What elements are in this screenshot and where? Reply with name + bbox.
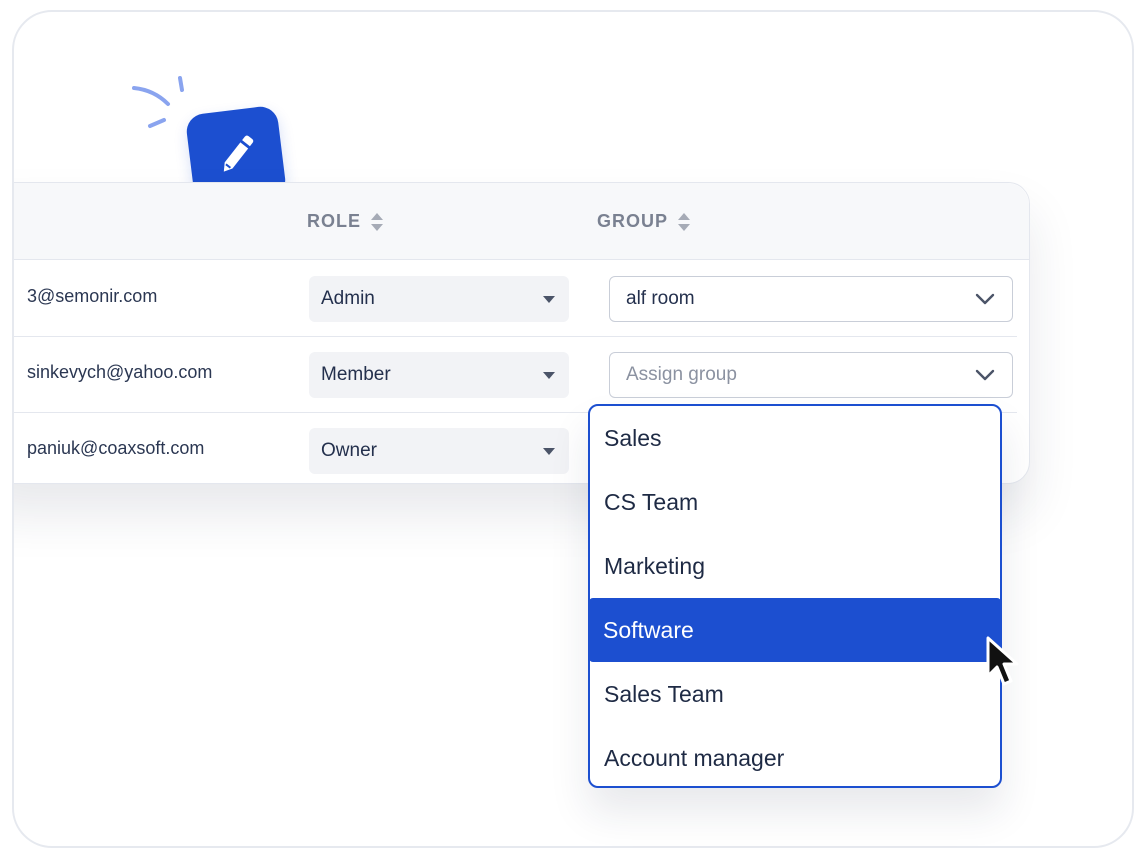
caret-down-icon	[543, 296, 555, 303]
sort-icon[interactable]	[678, 212, 691, 232]
role-select[interactable]: Owner	[309, 428, 569, 474]
option-label: Marketing	[604, 552, 705, 579]
chevron-down-icon	[975, 369, 995, 381]
dropdown-option-highlighted[interactable]: Software	[590, 598, 1000, 662]
role-column-header[interactable]: ROLE	[307, 211, 384, 232]
pencil-icon	[223, 135, 254, 172]
chevron-down-icon	[975, 293, 995, 305]
group-select-value: alf room	[626, 288, 695, 309]
role-select-value: Member	[321, 364, 391, 385]
caret-down-icon	[543, 372, 555, 379]
option-label: Software	[603, 616, 694, 643]
role-select-value: Admin	[321, 288, 375, 309]
caret-down-icon	[543, 448, 555, 455]
option-label: Sales	[604, 424, 662, 451]
member-email: paniuk@coaxsoft.com	[27, 438, 205, 458]
role-header-label: ROLE	[307, 211, 362, 231]
dropdown-option[interactable]: CS Team	[590, 470, 1000, 534]
role-select[interactable]: Admin	[309, 276, 569, 322]
option-label: Account manager	[604, 744, 785, 771]
group-select[interactable]: Assign group	[609, 352, 1013, 398]
dropdown-option[interactable]: Sales	[590, 406, 1000, 470]
member-email: sinkevych@yahoo.com	[27, 362, 213, 382]
dropdown-option[interactable]: Marketing	[590, 534, 1000, 598]
group-select[interactable]: alf room	[609, 276, 1013, 322]
group-dropdown-menu: Sales CS Team Marketing Software Sales T…	[588, 404, 1002, 788]
dropdown-option[interactable]: Sales Team	[590, 662, 1000, 726]
role-select[interactable]: Member	[309, 352, 569, 398]
group-header-label: GROUP	[597, 211, 669, 231]
sparkle-decoration-icon	[132, 76, 184, 128]
role-select-value: Owner	[321, 440, 377, 461]
member-email: 3@semonir.com	[27, 286, 158, 306]
mouse-cursor-icon	[986, 636, 1019, 686]
dropdown-option[interactable]: Account manager	[590, 726, 1000, 786]
table-row: sinkevych@yahoo.com Member Assign group	[14, 336, 1017, 413]
option-label: CS Team	[604, 488, 699, 515]
table-row: 3@semonir.com Admin alf room	[14, 260, 1017, 337]
group-column-header[interactable]: GROUP	[597, 211, 691, 232]
group-select-placeholder: Assign group	[626, 364, 737, 385]
sort-icon[interactable]	[371, 212, 384, 232]
table-header: ROLE GROUP	[14, 183, 1029, 260]
option-label: Sales Team	[604, 680, 724, 707]
